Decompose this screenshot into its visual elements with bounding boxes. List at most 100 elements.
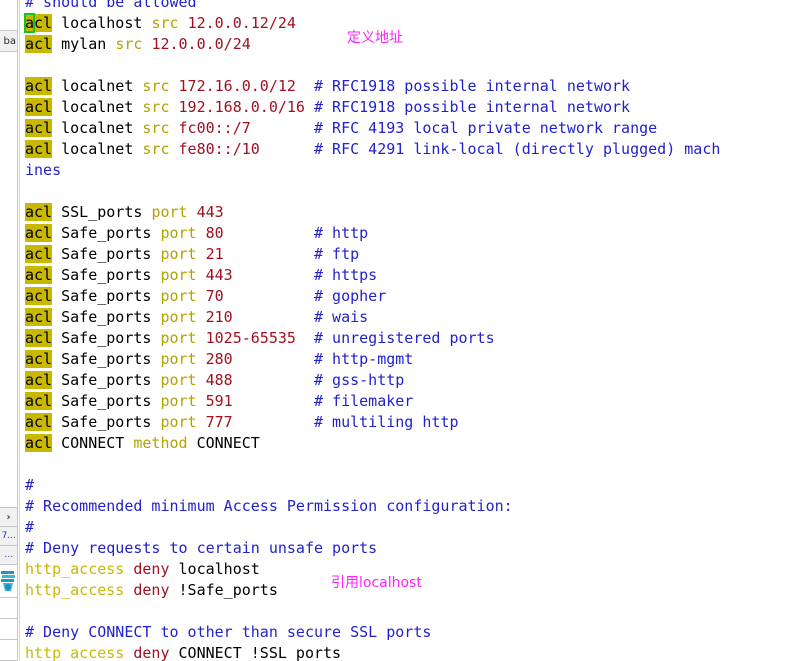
code-token: # https — [314, 266, 378, 284]
code-token: # RFC1918 possible internal network — [314, 77, 631, 95]
code-token: # Recommended minimum Access Permission … — [25, 497, 513, 515]
code-token: acl — [25, 287, 53, 305]
code-token: acl — [25, 371, 53, 389]
code-token: # gopher — [314, 287, 387, 305]
code-token: # http — [314, 224, 369, 242]
code-token: http_access — [25, 560, 125, 578]
code-token: localnet — [52, 77, 143, 95]
code-token: 443 — [196, 203, 224, 221]
code-token: http_access — [25, 644, 125, 661]
code-line: acl Safe_ports port 21 # ftp — [25, 244, 720, 265]
code-line: acl localnet src fe80::/10 # RFC 4291 li… — [25, 139, 720, 160]
code-token: port — [160, 287, 197, 305]
code-token: acl — [25, 119, 53, 137]
code-token: # Deny requests to certain unsafe ports — [25, 539, 378, 557]
annotation-define-address: 定义地址 — [347, 30, 403, 46]
code-token: acl — [25, 266, 53, 284]
code-token: Safe_ports — [52, 245, 161, 263]
code-token: # RFC 4291 link-local (directly plugged)… — [314, 140, 721, 158]
code-token: acl — [25, 35, 53, 53]
code-token: acl — [25, 434, 53, 452]
code-line: # — [25, 517, 720, 538]
code-token: # unregistered ports — [314, 329, 495, 347]
code-token: cl — [34, 14, 53, 32]
code-line: http_access deny CONNECT !SSL_ports — [25, 643, 720, 661]
code-token: port — [160, 308, 197, 326]
rail-slot-c[interactable] — [0, 640, 17, 661]
code-token: # wais — [314, 308, 369, 326]
code-token: port — [160, 413, 197, 431]
rail-slot-top — [0, 0, 17, 508]
code-token: 70 — [205, 287, 224, 305]
code-token: acl — [25, 308, 53, 326]
expand-chevron-icon[interactable]: › — [0, 508, 17, 527]
code-token: acl — [25, 329, 53, 347]
code-token: port — [160, 329, 197, 347]
code-token: src — [151, 14, 179, 32]
rail-slot-b[interactable] — [0, 619, 17, 640]
code-token: acl — [25, 98, 53, 116]
rail-icon-dock[interactable] — [0, 565, 17, 598]
code-token: localnet — [52, 98, 143, 116]
code-token: # filemaker — [314, 392, 414, 410]
code-line: acl localnet src 192.168.0.0/16 # RFC191… — [25, 97, 720, 118]
code-token: # gss-http — [314, 371, 405, 389]
code-editor[interactable]: # should be allowed acl localhost src 12.… — [19, 0, 795, 661]
rail-entry-7[interactable]: 7… — [0, 527, 17, 546]
code-line: acl Safe_ports port 80 # http — [25, 223, 720, 244]
code-line: acl Safe_ports port 591 # filemaker — [25, 391, 720, 412]
code-line: # Deny requests to certain unsafe ports — [25, 538, 720, 559]
code-token: localnet — [52, 140, 143, 158]
code-token: a — [23, 13, 36, 33]
code-token: 777 — [205, 413, 233, 431]
rail-slot-a[interactable] — [0, 598, 17, 619]
code-token: localnet — [52, 119, 143, 137]
code-token: acl — [25, 413, 53, 431]
code-token: localhost — [169, 560, 260, 578]
code-line: acl localnet src fc00::/7 # RFC 4193 loc… — [25, 118, 720, 139]
code-token: port — [151, 203, 188, 221]
code-token: acl — [25, 224, 53, 242]
code-token: 1025-65535 — [205, 329, 296, 347]
code-token: acl — [25, 77, 53, 95]
code-token: port — [160, 350, 197, 368]
code-token: src — [142, 98, 170, 116]
code-token: port — [160, 266, 197, 284]
code-token: 488 — [205, 371, 233, 389]
code-token: port — [160, 245, 197, 263]
code-token: acl — [25, 140, 53, 158]
code-token: # RFC 4193 local private network range — [314, 119, 658, 137]
tab-stub[interactable]: ba — [0, 30, 18, 52]
code-line: acl Safe_ports port 280 # http-mgmt — [25, 349, 720, 370]
books-stack-icon — [1, 571, 15, 591]
code-token: acl — [25, 350, 53, 368]
code-token: # — [25, 518, 35, 536]
code-token: acl — [25, 392, 53, 410]
code-token: acl — [25, 245, 53, 263]
code-token: Safe_ports — [52, 287, 161, 305]
code-token: 591 — [205, 392, 233, 410]
code-token: mylan — [52, 35, 116, 53]
rail-entry-1[interactable]: … — [0, 546, 17, 565]
code-line: acl Safe_ports port 777 # multiling http — [25, 412, 720, 433]
